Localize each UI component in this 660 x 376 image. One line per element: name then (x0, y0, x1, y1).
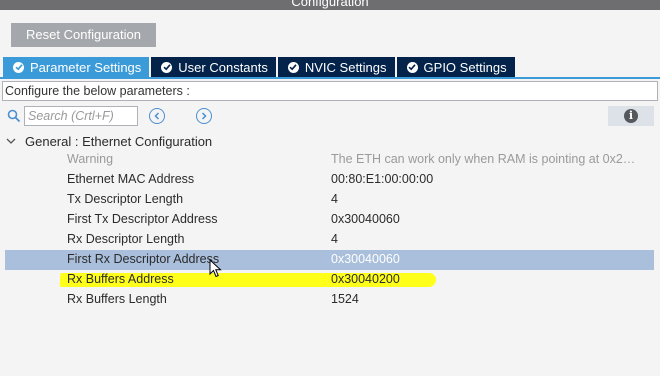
param-value: 0x30040060 (331, 252, 400, 266)
param-name: Rx Buffers Length (67, 292, 167, 306)
param-name: Rx Descriptor Length (67, 232, 185, 246)
param-name: First Tx Descriptor Address (67, 212, 218, 226)
tab-label: GPIO Settings (423, 59, 507, 75)
reset-configuration-button[interactable]: Reset Configuration (11, 23, 156, 47)
param-name: Rx Buffers Address (67, 272, 174, 286)
param-name: Tx Descriptor Length (67, 192, 184, 206)
check-circle-icon (406, 61, 418, 73)
param-row-rx-buffers-address[interactable]: Rx Buffers Address 0x30040200 (5, 270, 654, 290)
tab-bar: Parameter Settings User Constants NVIC S… (3, 57, 517, 77)
param-value: 1524 (331, 292, 359, 306)
tab-underline (0, 77, 660, 79)
description-bar: Configure the below parameters : (2, 81, 658, 101)
param-row-rx-descriptor-length[interactable]: Rx Descriptor Length 4 (5, 230, 654, 250)
param-row-rx-buffers-length[interactable]: Rx Buffers Length 1524 (5, 290, 654, 310)
param-value: 0x30040200 (331, 272, 400, 286)
window-titlebar: Configuration (0, 0, 660, 10)
param-value: 0x30040060 (331, 212, 400, 226)
param-value: 00:80:E1:00:00:00 (331, 172, 434, 186)
arrow-left-icon[interactable] (149, 108, 165, 124)
param-value: The ETH can work only when RAM is pointi… (331, 152, 636, 166)
tab-label: User Constants (178, 59, 268, 75)
param-row-ethernet-mac-address[interactable]: Ethernet MAC Address 00:80:E1:00:00:00 (5, 170, 654, 190)
param-name: Warning (67, 152, 114, 166)
chevron-down-icon (6, 138, 16, 144)
arrow-right-icon[interactable] (196, 108, 212, 124)
tab-label: Parameter Settings (30, 59, 142, 75)
param-row-first-tx-descriptor-address[interactable]: First Tx Descriptor Address 0x30040060 (5, 210, 654, 230)
tab-parameter-settings[interactable]: Parameter Settings (3, 57, 150, 77)
tab-user-constants[interactable]: User Constants (151, 57, 276, 77)
tab-gpio-settings[interactable]: GPIO Settings (396, 57, 515, 77)
info-icon: i (624, 109, 638, 123)
tab-nvic-settings[interactable]: NVIC Settings (277, 57, 395, 77)
mouse-cursor-icon (209, 259, 222, 278)
check-circle-icon (13, 61, 24, 73)
param-row-first-rx-descriptor-address[interactable]: First Rx Descriptor Address 0x30040060 (5, 250, 654, 270)
group-label: General : Ethernet Configuration (25, 133, 213, 149)
search-toolbar: i (5, 106, 657, 126)
param-name: First Rx Descriptor Address (67, 252, 220, 266)
param-name: Ethernet MAC Address (67, 172, 195, 186)
param-row-tx-descriptor-length[interactable]: Tx Descriptor Length 4 (5, 190, 654, 210)
param-row-warning[interactable]: Warning The ETH can work only when RAM i… (5, 150, 654, 170)
check-circle-icon (161, 61, 173, 73)
check-circle-icon (287, 61, 299, 73)
tab-label: NVIC Settings (304, 59, 387, 75)
info-button[interactable]: i (608, 106, 654, 126)
search-input[interactable] (24, 106, 138, 126)
group-general-ethernet[interactable]: General : Ethernet Configuration (6, 132, 212, 150)
param-value: 4 (331, 192, 338, 206)
param-value: 4 (331, 232, 338, 246)
window-title: Configuration (291, 0, 369, 9)
search-icon (7, 109, 21, 123)
